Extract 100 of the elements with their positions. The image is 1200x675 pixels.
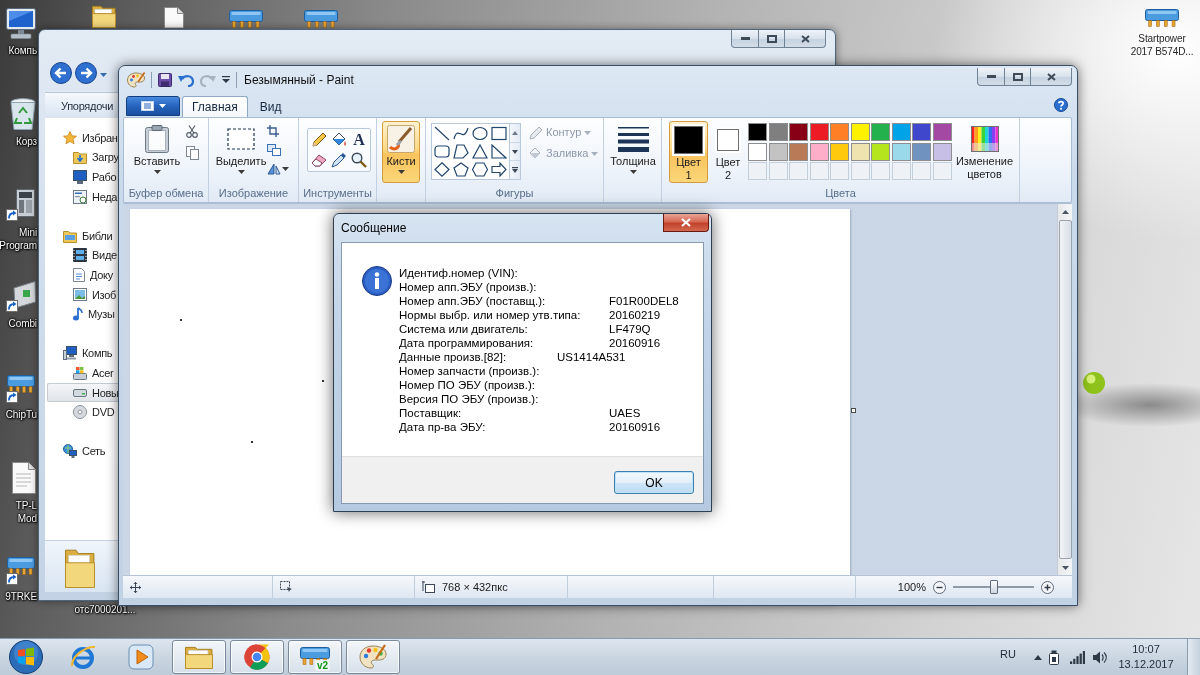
polygon-shape-icon[interactable]: [453, 144, 469, 159]
fill-bucket-icon[interactable]: [331, 132, 347, 148]
icon-label[interactable]: Program: [0, 239, 37, 252]
icon-label[interactable]: Корз: [15, 135, 37, 148]
copy-icon[interactable]: [186, 146, 199, 160]
color-swatch-icon[interactable]: [871, 142, 890, 161]
organize-button[interactable]: Упорядочи: [45, 98, 113, 113]
icon-label[interactable]: 2017 B574D...: [1130, 45, 1194, 58]
nav-item[interactable]: Изоб: [47, 284, 120, 305]
start-button[interactable]: [8, 640, 44, 674]
color-swatch-icon[interactable]: [768, 142, 788, 161]
color-picker-icon[interactable]: [331, 152, 347, 168]
select-button[interactable]: Выделить: [217, 121, 265, 183]
browser-icon[interactable]: [244, 644, 270, 670]
eraser-icon[interactable]: [311, 153, 327, 167]
ok-button[interactable]: OK: [614, 471, 694, 494]
ribbon-tab[interactable]: Вид: [249, 96, 292, 117]
back-icon[interactable]: [50, 62, 72, 84]
taskbar-button[interactable]: [172, 640, 226, 674]
nav-item[interactable]: Новы: [47, 382, 120, 403]
color-swatch-icon[interactable]: [748, 123, 767, 141]
app-menu-button[interactable]: [126, 96, 180, 116]
brushes-button[interactable]: Кисти: [382, 121, 420, 183]
nav-item[interactable]: Избран: [47, 128, 120, 148]
nav-item[interactable]: Библи: [47, 225, 120, 246]
scroll-down-icon[interactable]: [1061, 565, 1069, 570]
triangle-shape-icon[interactable]: [472, 144, 488, 159]
color-swatch-icon[interactable]: [850, 123, 870, 141]
icon-label[interactable]: TP-L: [15, 499, 37, 512]
color-2-button[interactable]: Цвет 2: [712, 121, 744, 183]
pentagon-shape-icon[interactable]: [453, 162, 469, 177]
folder-icon[interactable]: [185, 645, 213, 669]
magnifier-icon[interactable]: [351, 152, 367, 168]
diamond-shape-icon[interactable]: [434, 162, 450, 177]
nav-item[interactable]: Acer: [47, 363, 120, 383]
taskbar-button[interactable]: [346, 640, 400, 674]
close-button[interactable]: [663, 214, 709, 232]
chip-icon[interactable]: [1145, 9, 1179, 27]
color-swatch-icon[interactable]: [768, 123, 788, 141]
edit-colors-button[interactable]: Изменение цветов: [954, 121, 1015, 183]
rounded-rectangle-shape-icon[interactable]: [434, 144, 450, 159]
icon-label[interactable]: 9TRKE: [5, 590, 37, 603]
folder-icon[interactable]: [92, 4, 116, 28]
chip-icon[interactable]: [300, 647, 330, 667]
color-swatch-icon[interactable]: [912, 142, 931, 161]
customize-caret-icon[interactable]: [222, 76, 230, 83]
zoom-out-icon[interactable]: [933, 580, 946, 594]
arrow-shape-icon[interactable]: [491, 162, 507, 177]
curve-shape-icon[interactable]: [453, 126, 469, 141]
size-button[interactable]: Толщина: [610, 121, 656, 183]
ribbon-tab[interactable]: Главная: [182, 96, 248, 117]
rotate-icon[interactable]: [267, 163, 281, 175]
chip-icon[interactable]: [229, 10, 263, 28]
hexagon-shape-icon[interactable]: [472, 162, 488, 177]
resize-icon[interactable]: [267, 144, 281, 156]
close-button[interactable]: [1030, 68, 1072, 86]
pencil-icon[interactable]: [311, 132, 327, 148]
taskbar-button[interactable]: [230, 640, 284, 674]
color-swatch-icon[interactable]: [830, 142, 849, 161]
paste-button[interactable]: Вставить: [133, 121, 181, 183]
icon-label[interactable]: отс7000201...: [74, 603, 136, 616]
color-swatch-icon[interactable]: [789, 123, 808, 141]
nav-item[interactable]: Компь: [47, 343, 120, 364]
color-swatch-icon[interactable]: [830, 123, 849, 141]
color-swatch-icon[interactable]: [932, 142, 952, 161]
line-shape-icon[interactable]: [434, 126, 450, 141]
scroll-down-icon[interactable]: [512, 149, 518, 154]
nav-item[interactable]: Доку: [47, 265, 120, 285]
right-triangle-shape-icon[interactable]: [491, 144, 507, 159]
color-swatch-icon[interactable]: [809, 142, 829, 161]
nav-item[interactable]: Загру: [47, 147, 120, 168]
document-icon[interactable]: [164, 7, 184, 28]
color-swatch-icon[interactable]: [789, 142, 808, 161]
maximize-button[interactable]: [1004, 68, 1031, 86]
signal-icon[interactable]: [1070, 650, 1086, 664]
close-button[interactable]: [784, 30, 826, 48]
color-swatch-icon[interactable]: [809, 123, 829, 141]
text-tool[interactable]: A: [353, 131, 365, 149]
nav-item[interactable]: Музы: [47, 304, 120, 324]
scroll-up-icon[interactable]: [1061, 209, 1069, 214]
gallery-scroll-bar[interactable]: [510, 123, 521, 180]
icon-label[interactable]: Компь: [8, 44, 37, 57]
color-swatch-icon[interactable]: [871, 123, 890, 141]
nav-item[interactable]: Неда: [47, 186, 120, 207]
icon-label[interactable]: Mini: [19, 226, 37, 239]
nav-item[interactable]: DVD: [47, 402, 120, 422]
show-hidden-icons-icon[interactable]: [1034, 654, 1042, 660]
color-1-button[interactable]: Цвет 1: [669, 121, 708, 183]
color-swatch-icon[interactable]: [932, 123, 952, 141]
play-icon[interactable]: [128, 644, 154, 670]
icon-label[interactable]: ChipTu: [5, 408, 37, 421]
minimize-button[interactable]: [731, 30, 759, 48]
nav-item[interactable]: Сеть: [47, 441, 120, 462]
scissors-icon[interactable]: [186, 125, 198, 138]
undo-icon[interactable]: [178, 72, 194, 87]
language-indicator[interactable]: RU: [1000, 648, 1016, 660]
oval-shape-icon[interactable]: [472, 126, 488, 141]
minimize-button[interactable]: [977, 68, 1005, 86]
forward-icon[interactable]: [75, 62, 97, 84]
speaker-icon[interactable]: [1093, 650, 1107, 664]
